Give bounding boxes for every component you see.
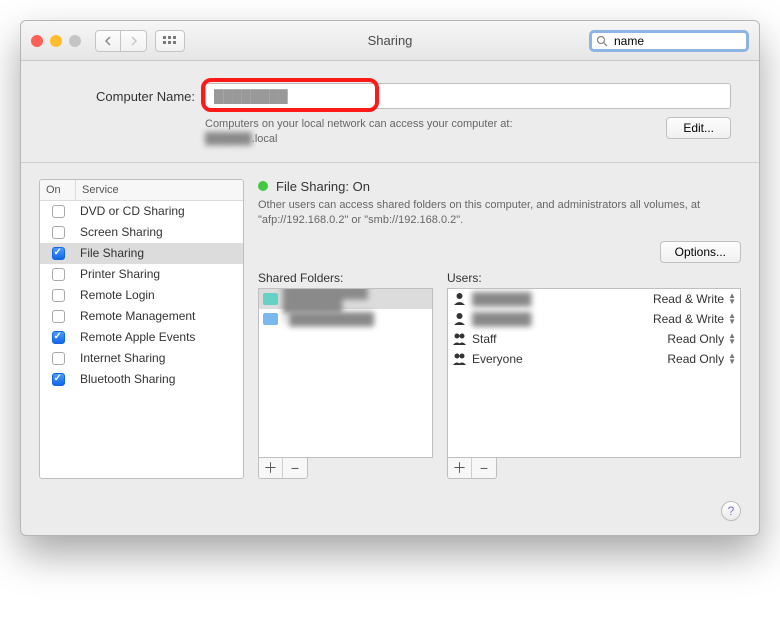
service-checkbox[interactable]: [52, 331, 65, 344]
back-button[interactable]: [95, 30, 121, 52]
service-checkbox[interactable]: [52, 226, 65, 239]
folder-row[interactable]: ██████████ ███████: [259, 289, 432, 309]
service-row[interactable]: Screen Sharing: [40, 222, 243, 243]
user-permission[interactable]: Read & Write▲▼: [653, 312, 736, 326]
service-row[interactable]: Bluetooth Sharing: [40, 369, 243, 390]
zoom-window-button[interactable]: [69, 35, 81, 47]
folders-add-remove: ＋ −: [258, 458, 308, 479]
col-header-on: On: [40, 180, 76, 200]
options-button[interactable]: Options...: [660, 241, 741, 263]
users-add-remove: ＋ −: [447, 458, 497, 479]
help-button[interactable]: ?: [721, 501, 741, 521]
user-row[interactable]: ███████ Read & Write▲▼: [448, 309, 740, 329]
service-label: DVD or CD Sharing: [76, 204, 243, 218]
user-permission[interactable]: Read & Write▲▼: [653, 292, 736, 306]
status-dot-icon: [258, 181, 268, 191]
search-icon: [596, 35, 608, 47]
services-table[interactable]: On Service DVD or CD Sharing Screen Shari…: [39, 179, 244, 479]
service-checkbox[interactable]: [52, 247, 65, 260]
col-header-service: Service: [76, 180, 243, 200]
stepper-icon[interactable]: ▲▼: [728, 293, 736, 305]
service-checkbox[interactable]: [52, 268, 65, 281]
window-toolbar: Sharing ✕: [21, 21, 759, 61]
user-icon: [452, 292, 467, 305]
add-user-button[interactable]: ＋: [448, 458, 472, 478]
service-row[interactable]: Remote Apple Events: [40, 327, 243, 348]
service-row[interactable]: Remote Management: [40, 306, 243, 327]
service-row[interactable]: Printer Sharing: [40, 264, 243, 285]
service-description: Other users can access shared folders on…: [258, 198, 741, 229]
computer-name-label: Computer Name:: [49, 89, 199, 104]
users-list[interactable]: ███████ Read & Write▲▼ ███████ Read & Write…: [447, 288, 741, 458]
computer-name-subtext: Computers on your local network can acce…: [205, 117, 513, 148]
service-checkbox[interactable]: [52, 310, 65, 323]
folder-label: ██████████ ███████: [283, 288, 428, 313]
folder-icon: [263, 293, 278, 305]
users-label: Users:: [447, 271, 741, 285]
add-folder-button[interactable]: ＋: [259, 458, 283, 478]
service-checkbox[interactable]: [52, 352, 65, 365]
remove-user-button[interactable]: −: [472, 458, 496, 478]
edit-hostname-button[interactable]: Edit...: [666, 117, 731, 139]
service-checkbox[interactable]: [52, 373, 65, 386]
services-header: On Service: [40, 180, 243, 201]
service-label: Bluetooth Sharing: [76, 372, 243, 386]
service-label: Internet Sharing: [76, 351, 243, 365]
user-label: Everyone: [472, 352, 523, 366]
user-row[interactable]: Staff Read Only▲▼: [448, 329, 740, 349]
stepper-icon[interactable]: ▲▼: [728, 313, 736, 325]
forward-button[interactable]: [121, 30, 147, 52]
folder-label: i ██████████: [283, 312, 374, 326]
user-row[interactable]: Everyone Read Only▲▼: [448, 349, 740, 369]
user-label: ███████: [472, 312, 532, 326]
user-permission[interactable]: Read Only▲▼: [667, 352, 736, 366]
folder-icon: [263, 313, 278, 325]
close-window-button[interactable]: [31, 35, 43, 47]
remove-folder-button[interactable]: −: [283, 458, 307, 478]
user-row[interactable]: ███████ Read & Write▲▼: [448, 289, 740, 309]
user-icon: [452, 312, 467, 325]
service-detail: File Sharing: On Other users can access …: [258, 179, 741, 479]
search-field-wrap[interactable]: ✕: [589, 30, 749, 52]
nav-buttons: [95, 30, 147, 52]
minimize-window-button[interactable]: [50, 35, 62, 47]
stepper-icon[interactable]: ▲▼: [728, 333, 736, 345]
show-all-button[interactable]: [155, 30, 185, 52]
shared-folders-list[interactable]: ██████████ ███████i ██████████: [258, 288, 433, 458]
user-icon: [452, 332, 467, 345]
shared-folders-label: Shared Folders:: [258, 271, 433, 285]
service-row[interactable]: DVD or CD Sharing: [40, 201, 243, 222]
user-icon: [452, 352, 467, 365]
user-permission[interactable]: Read Only▲▼: [667, 332, 736, 346]
body: On Service DVD or CD Sharing Screen Shari…: [21, 163, 759, 497]
computer-name-input[interactable]: [205, 83, 731, 109]
user-label: ███████: [472, 292, 532, 306]
service-label: File Sharing: [76, 246, 243, 260]
service-label: Screen Sharing: [76, 225, 243, 239]
sharing-preferences-window: Sharing ✕ Computer Name: Computers on yo…: [20, 20, 760, 536]
service-label: Remote Apple Events: [76, 330, 243, 344]
service-label: Remote Login: [76, 288, 243, 302]
service-row[interactable]: File Sharing: [40, 243, 243, 264]
search-input[interactable]: [612, 33, 760, 49]
service-checkbox[interactable]: [52, 289, 65, 302]
service-label: Remote Management: [76, 309, 243, 323]
status-text: File Sharing: On: [276, 179, 370, 194]
service-checkbox[interactable]: [52, 205, 65, 218]
stepper-icon[interactable]: ▲▼: [728, 353, 736, 365]
service-label: Printer Sharing: [76, 267, 243, 281]
user-label: Staff: [472, 332, 496, 346]
service-row[interactable]: Internet Sharing: [40, 348, 243, 369]
service-row[interactable]: Remote Login: [40, 285, 243, 306]
computer-name-section: Computer Name: Computers on your local n…: [21, 61, 759, 163]
window-controls: [31, 35, 81, 47]
